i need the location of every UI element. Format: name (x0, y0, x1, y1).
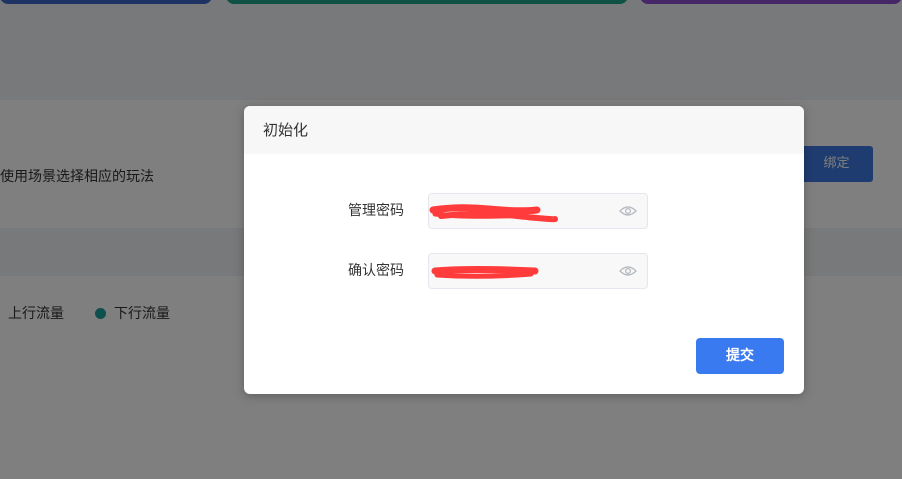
admin-password-row: 管理密码 (244, 193, 804, 229)
init-dialog: 初始化 管理密码 确认密码 提交 (244, 106, 804, 394)
dialog-header: 初始化 (244, 106, 804, 154)
confirm-password-label: 确认密码 (348, 263, 404, 279)
eye-icon[interactable] (619, 204, 637, 218)
confirm-password-row: 确认密码 (244, 253, 804, 289)
confirm-password-field[interactable] (428, 253, 648, 289)
admin-password-label: 管理密码 (348, 203, 404, 219)
confirm-password-input[interactable] (429, 254, 629, 288)
dialog-title: 初始化 (263, 121, 309, 139)
admin-password-field[interactable] (428, 193, 648, 229)
submit-button[interactable]: 提交 (696, 338, 784, 374)
eye-icon[interactable] (619, 264, 637, 278)
admin-password-input[interactable] (429, 194, 629, 228)
page: 使用场景选择相应的玩法 绑定 上行流量 下行流量 初始化 管理密码 (0, 0, 902, 479)
